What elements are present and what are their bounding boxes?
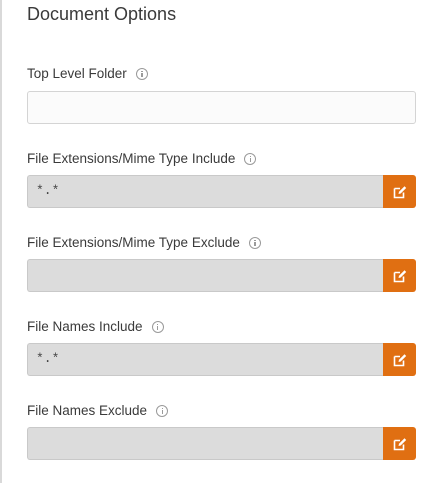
top-level-folder-input[interactable] <box>27 91 416 124</box>
ext-exclude-edit-button[interactable] <box>383 259 416 292</box>
info-icon[interactable] <box>248 236 261 249</box>
top-level-folder-label: Top Level Folder <box>27 66 148 81</box>
ext-exclude-value <box>27 259 383 292</box>
names-include-field: *.* <box>27 343 416 376</box>
ext-exclude-label: File Extensions/Mime Type Exclude <box>27 235 261 250</box>
names-include-value: *.* <box>27 343 383 376</box>
panel-left-border <box>0 0 2 483</box>
info-icon[interactable] <box>151 320 164 333</box>
ext-exclude-field <box>27 259 416 292</box>
names-exclude-value <box>27 427 383 460</box>
info-icon[interactable] <box>135 67 148 80</box>
ext-include-label-text: File Extensions/Mime Type Include <box>27 151 236 166</box>
ext-exclude-label-text: File Extensions/Mime Type Exclude <box>27 235 240 250</box>
edit-icon <box>393 437 406 450</box>
names-exclude-label: File Names Exclude <box>27 403 169 418</box>
ext-include-value: *.* <box>27 175 383 208</box>
edit-icon <box>393 353 406 366</box>
names-exclude-edit-button[interactable] <box>383 427 416 460</box>
ext-include-edit-button[interactable] <box>383 175 416 208</box>
info-icon[interactable] <box>156 404 169 417</box>
ext-include-label: File Extensions/Mime Type Include <box>27 151 257 166</box>
top-level-folder-label-text: Top Level Folder <box>27 66 127 81</box>
names-exclude-field <box>27 427 416 460</box>
section-title: Document Options <box>27 4 177 24</box>
edit-icon <box>393 269 406 282</box>
names-include-label: File Names Include <box>27 319 164 334</box>
ext-include-field: *.* <box>27 175 416 208</box>
names-include-label-text: File Names Include <box>27 319 143 334</box>
edit-icon <box>393 185 406 198</box>
info-icon[interactable] <box>244 152 257 165</box>
names-include-edit-button[interactable] <box>383 343 416 376</box>
names-exclude-label-text: File Names Exclude <box>27 403 148 418</box>
